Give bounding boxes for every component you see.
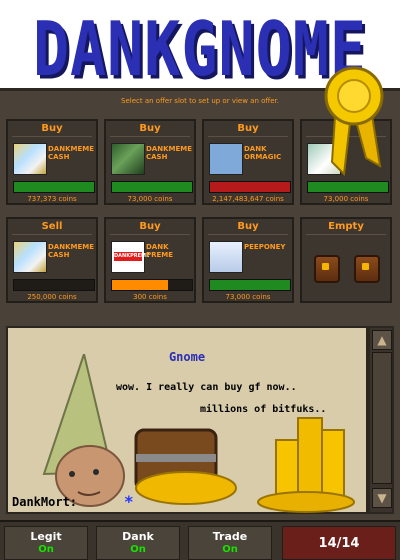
progress-fill (210, 182, 290, 192)
rosette-ribbon-icon (324, 66, 384, 177)
item-name: DANKMEME CASH (48, 243, 95, 259)
dank-preme-logo-text: DANKPREME (114, 252, 150, 261)
offer-type: Empty (328, 221, 364, 232)
tab-label: Trade (212, 530, 248, 543)
item-name: DANKMEME CASH (146, 145, 193, 161)
item-name: DANK PREME (146, 243, 174, 259)
offer-coins: 73,000 coins (225, 293, 271, 301)
progress-bar (307, 181, 389, 193)
scroll-up-icon[interactable]: ▲ (372, 330, 392, 350)
dialogue-scrollbar[interactable]: ▲ ▼ (368, 326, 394, 514)
offer-slot-5[interactable]: Sell DANKMEME CASH 250,000 coins (6, 217, 98, 303)
offer-type: Buy (139, 221, 161, 232)
scroll-down-icon[interactable]: ▼ (372, 488, 392, 508)
item-name: DANKMEME CASH (48, 145, 95, 161)
divider (110, 234, 190, 235)
tab-trade[interactable]: Trade On (188, 526, 272, 560)
tab-label: Legit (30, 530, 62, 543)
progress-fill (210, 280, 290, 290)
scroll-thumb[interactable] (372, 352, 392, 484)
progress-bar (13, 279, 95, 291)
offer-coins: 250,000 coins (27, 293, 77, 301)
progress-fill (14, 182, 94, 192)
peeponey-icon (209, 241, 243, 273)
offer-type: Buy (41, 123, 63, 134)
progress-fill (112, 182, 192, 192)
chat-input-cursor[interactable]: * (124, 492, 134, 511)
dankmeme-cash-icon (13, 143, 47, 175)
divider (306, 234, 386, 235)
offer-type: Buy (237, 123, 259, 134)
offer-slot-2[interactable]: Buy DANKMEME CASH 73,000 coins (104, 119, 196, 205)
divider (12, 234, 92, 235)
dankmeme-cash-icon (13, 241, 47, 273)
offer-slot-6[interactable]: Buy DANKPREME DANK PREME 300 coins (104, 217, 196, 303)
offer-slot-1[interactable]: Buy DANKMEME CASH 737,373 coins (6, 119, 98, 205)
tab-dank[interactable]: Dank On (96, 526, 180, 560)
tab-legit[interactable]: Legit On (4, 526, 88, 560)
dank-preme-icon: DANKPREME (111, 241, 150, 273)
divider (12, 136, 92, 137)
dank-ormagic-icon (209, 143, 243, 175)
item-name: PEEPONEY (244, 243, 286, 251)
divider (208, 136, 288, 137)
progress-bar (209, 181, 291, 193)
tab-state: On (38, 544, 54, 555)
tab-state: On (222, 544, 238, 555)
chat-input-name: DankMort: (12, 495, 78, 509)
offer-type: Sell (41, 221, 63, 232)
offer-type: Buy (237, 221, 259, 232)
progress-bar (111, 279, 193, 291)
offer-coins: 73,000 coins (323, 195, 369, 203)
offer-slot-7[interactable]: Buy PEEPONEY 73,000 coins (202, 217, 294, 303)
progress-bar (209, 279, 291, 291)
dankmeme-cash-green-icon (111, 143, 145, 175)
tab-state: On (130, 544, 146, 555)
item-name: DANK ORMAGIC (244, 145, 282, 161)
progress-bar (111, 181, 193, 193)
offer-slot-8[interactable]: Empty (300, 217, 392, 303)
divider (208, 234, 288, 235)
offer-coins: 300 coins (133, 293, 167, 301)
report-counter[interactable]: 14/14 (282, 526, 396, 560)
sell-chest-icon[interactable] (354, 255, 380, 283)
divider (110, 136, 190, 137)
offer-coins: 73,000 coins (127, 195, 173, 203)
progress-fill (308, 182, 388, 192)
dialogue-box[interactable]: Gnome wow. I really can buy gf now.. mil… (6, 326, 368, 514)
offer-coins: 2,147,483,647 coins (212, 195, 284, 203)
progress-fill (112, 280, 168, 290)
report-label: 14/14 (318, 536, 360, 551)
npc-dialogue-panel: Gnome wow. I really can buy gf now.. mil… (0, 320, 400, 520)
offer-coins: 737,373 coins (27, 195, 77, 203)
progress-bar (13, 181, 95, 193)
bottom-tab-bar: Legit On Dank On Trade On 14/14 (0, 520, 400, 560)
buy-chest-icon[interactable] (314, 255, 340, 283)
tab-label: Dank (122, 530, 154, 543)
offer-type: Buy (139, 123, 161, 134)
offer-slot-3[interactable]: Buy DANK ORMAGIC 2,147,483,647 coins (202, 119, 294, 205)
treasure-coins-icon (134, 417, 355, 513)
